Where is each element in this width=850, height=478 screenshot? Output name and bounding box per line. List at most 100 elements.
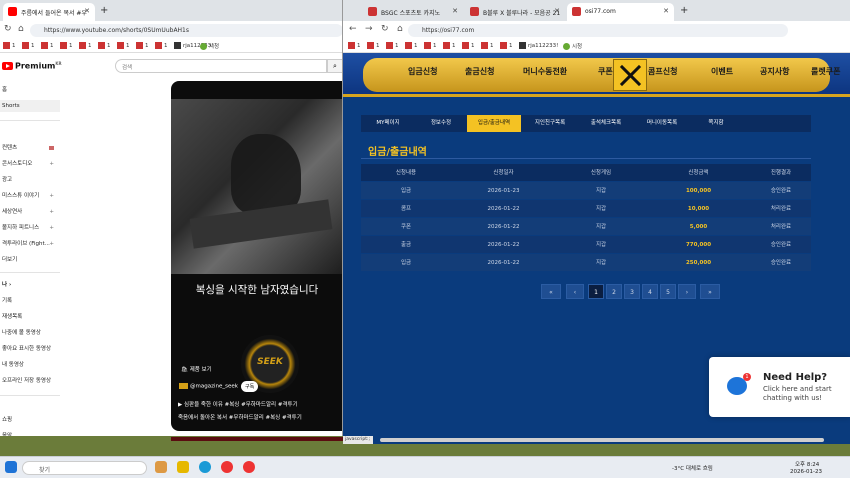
tab-friends[interactable]: 지인친구목록: [523, 115, 577, 132]
reload-icon[interactable]: ↻: [381, 24, 389, 34]
home-icon[interactable]: ⌂: [397, 24, 403, 34]
tab-blue[interactable]: B블루 X 블루나라 - 모음공 21 ✕: [465, 3, 565, 21]
tab-osi77[interactable]: osi77.com ✕: [567, 3, 674, 21]
forward-icon[interactable]: →: [365, 24, 373, 34]
home-icon[interactable]: ⌂: [18, 24, 24, 34]
sidebar-item-liked[interactable]: 좋아요 표시한 동영상: [0, 343, 60, 355]
chrome-icon[interactable]: [221, 461, 233, 473]
tab-attendance[interactable]: 출석체크목록: [579, 115, 633, 132]
sidebar-item-music[interactable]: 음악: [0, 430, 60, 436]
clock-date[interactable]: 2026-01-23: [790, 469, 822, 475]
sidebar-item-playlists[interactable]: 재생목록: [0, 311, 60, 323]
page-last-button[interactable]: »: [700, 284, 720, 299]
bookmark-item[interactable]: 1: [481, 42, 494, 49]
page-3-button[interactable]: 3: [624, 284, 640, 299]
product-link[interactable]: 🛍 제품 보기: [181, 365, 212, 373]
youtube-logo[interactable]: PremiumKR: [2, 61, 62, 71]
channel-name[interactable]: @magazine_seek: [179, 383, 238, 390]
weather[interactable]: -3°C 대체로 흐림: [672, 464, 713, 472]
sidebar-item-home[interactable]: 홈: [0, 84, 60, 96]
sidebar-section-you[interactable]: 나 ›: [0, 279, 60, 291]
sidebar-item[interactable]: 콘서스토디오 +: [0, 158, 60, 170]
close-icon[interactable]: ✕: [554, 7, 560, 15]
bookmark-item[interactable]: 1: [136, 42, 149, 49]
reload-icon[interactable]: ↻: [4, 24, 12, 34]
close-menu-button[interactable]: [613, 59, 647, 91]
folder-icon[interactable]: [177, 461, 189, 473]
sidebar-item[interactable]: 미스스튜 이야기 +: [0, 190, 60, 202]
page-next-button[interactable]: ›: [678, 284, 696, 299]
start-icon[interactable]: [5, 461, 17, 473]
page-first-button[interactable]: «: [541, 284, 561, 299]
menu-notice[interactable]: 공지사항: [760, 66, 789, 77]
page-4-button[interactable]: 4: [642, 284, 658, 299]
next-video-preview[interactable]: [171, 437, 343, 441]
bookmark-item[interactable]: 시청: [563, 42, 582, 50]
url-input[interactable]: https://www.youtube.com/shorts/0SUmUubAH…: [30, 24, 342, 37]
search-input[interactable]: 검색: [115, 59, 327, 73]
sidebar-item-downloads[interactable]: 오프라인 저장 동영상: [0, 375, 60, 387]
clock-time[interactable]: 오후 8:24: [795, 460, 819, 468]
menu-money-convert[interactable]: 머니수동전환: [523, 66, 567, 77]
shorts-video-player[interactable]: 복싱을 시작한 남자였습니다 SEEK 🛍 제품 보기 @magazine_se…: [171, 81, 342, 431]
taskbar-search[interactable]: 찾기: [22, 461, 147, 475]
sidebar-item-more[interactable]: 더보기: [0, 254, 60, 266]
url-input[interactable]: https://osi77.com: [408, 24, 788, 37]
tab-history[interactable]: 입금/출금내역: [467, 115, 521, 132]
chat-widget[interactable]: 1 Need Help? Click here and start chatti…: [709, 357, 850, 417]
sidebar-item-watch-later[interactable]: 나중에 볼 동영상: [0, 327, 60, 339]
bookmark-item[interactable]: 1: [98, 42, 111, 49]
bookmark-item[interactable]: 1: [60, 42, 73, 49]
sidebar-item-my-videos[interactable]: 내 동영상: [0, 359, 60, 371]
page-prev-button[interactable]: ‹: [566, 284, 584, 299]
close-icon[interactable]: ✕: [452, 7, 458, 15]
horizontal-scrollbar[interactable]: [380, 438, 824, 442]
tab-youtube[interactable]: 주름에서 들어온 복서 #우 ✕: [3, 3, 95, 21]
tab-money-move[interactable]: 머니이동목록: [635, 115, 689, 132]
menu-coupon[interactable]: 쿠폰: [598, 66, 613, 77]
sidebar-item[interactable]: 광고: [0, 174, 60, 186]
bookmark-item[interactable]: 1: [22, 42, 35, 49]
tab-bsgc[interactable]: BSGC 스포츠토 카지노 ✕: [363, 3, 463, 21]
bookmark-item[interactable]: 시청: [200, 42, 219, 50]
menu-deposit[interactable]: 입금신청: [408, 66, 437, 77]
sidebar-item-shopping[interactable]: 쇼핑: [0, 414, 60, 426]
bookmark-item[interactable]: 1: [3, 42, 16, 49]
search-button[interactable]: ⌕: [327, 59, 342, 73]
app-icon[interactable]: [155, 461, 167, 473]
sidebar-item-shorts[interactable]: Shorts: [0, 100, 60, 112]
bookmark-item[interactable]: 1: [405, 42, 418, 49]
tab-mypage[interactable]: MY페이지: [363, 115, 413, 132]
menu-roulette[interactable]: 룰렛쿠폰: [811, 66, 840, 77]
bookmark-item[interactable]: 1: [367, 42, 380, 49]
sidebar-item-history[interactable]: 기록: [0, 295, 60, 307]
tab-edit-info[interactable]: 정보수정: [416, 115, 466, 132]
close-icon[interactable]: ✕: [84, 7, 90, 15]
page-5-button[interactable]: 5: [660, 284, 676, 299]
bookmark-item[interactable]: 1: [386, 42, 399, 49]
menu-withdraw[interactable]: 출금신청: [465, 66, 494, 77]
bookmark-item[interactable]: 1: [79, 42, 92, 49]
page-1-button[interactable]: 1: [588, 284, 604, 299]
bookmark-item[interactable]: 1: [117, 42, 130, 49]
page-2-button[interactable]: 2: [606, 284, 622, 299]
new-tab-button[interactable]: +: [680, 5, 688, 16]
bookmark-item[interactable]: 1: [462, 42, 475, 49]
bookmark-item[interactable]: 1: [443, 42, 456, 49]
bookmark-item[interactable]: 1: [155, 42, 168, 49]
sidebar-item[interactable]: 격투라이브 (Fight... +: [0, 238, 60, 250]
bookmark-item[interactable]: 1: [424, 42, 437, 49]
back-icon[interactable]: ←: [349, 24, 357, 34]
chrome-icon[interactable]: [243, 461, 255, 473]
subscribe-button[interactable]: 구독: [241, 381, 259, 392]
bookmark-item[interactable]: 1: [41, 42, 54, 49]
bookmark-item[interactable]: 1: [348, 42, 361, 49]
sidebar-item[interactable]: 컨텐츠: [0, 142, 60, 154]
bookmark-item[interactable]: rja112233!: [519, 42, 558, 49]
edge-icon[interactable]: [199, 461, 211, 473]
close-icon[interactable]: ✕: [663, 7, 669, 15]
bookmark-item[interactable]: 1: [500, 42, 513, 49]
tab-messages[interactable]: 쪽지함: [691, 115, 741, 132]
new-tab-button[interactable]: +: [100, 5, 108, 16]
sidebar-item[interactable]: 세상연사 +: [0, 206, 60, 218]
